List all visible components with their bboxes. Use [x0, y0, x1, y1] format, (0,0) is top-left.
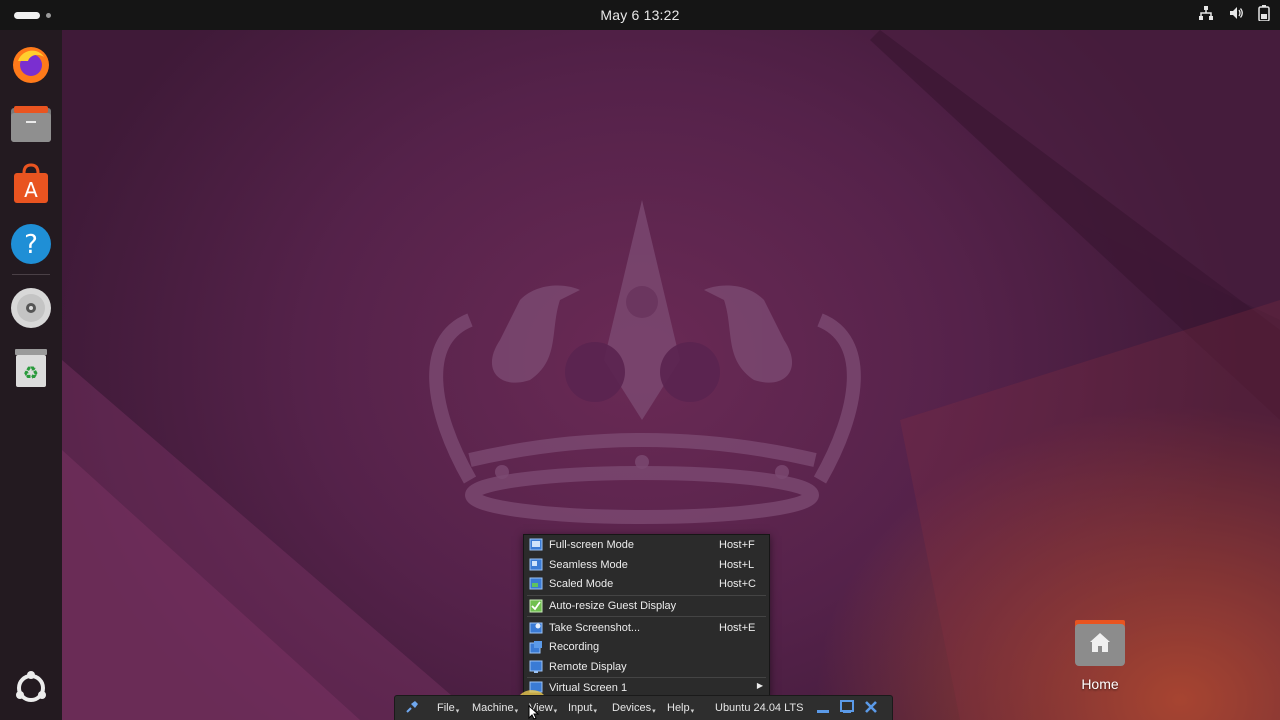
trash-icon[interactable]: ♻ [9, 346, 53, 390]
menu-file[interactable]: File▾ [437, 702, 459, 715]
auto-resize-checkbox-icon [529, 599, 543, 613]
menu-separator [527, 677, 766, 678]
minimize-button[interactable] [816, 701, 830, 718]
vbox-mini-toolbar: File▾ Machine▾ View▾ Input▾ Devices▾ Hel… [394, 695, 893, 720]
home-label: Home [1081, 676, 1119, 692]
close-icon [865, 701, 877, 713]
show-apps-icon[interactable] [9, 666, 53, 710]
minimize-icon [817, 710, 829, 713]
top-bar: May 6 13:22 [0, 0, 1280, 30]
pin-icon[interactable] [405, 700, 419, 717]
menu-input[interactable]: Input▾ [568, 702, 597, 715]
help-icon[interactable]: ? [9, 222, 53, 266]
home-folder-desktop-icon[interactable]: Home [1070, 618, 1130, 698]
menu-separator [527, 616, 766, 617]
seamless-icon [529, 558, 543, 571]
menu-separator [527, 595, 766, 596]
network-icon[interactable] [1198, 5, 1214, 26]
vm-name: Ubuntu 24.04 LTS [715, 702, 804, 714]
view-menu: Full-screen Mode Host+F Seamless Mode Ho… [523, 534, 770, 697]
dock: A ? ♻ [0, 30, 62, 720]
files-icon[interactable] [9, 102, 53, 146]
firefox-icon[interactable] [9, 42, 53, 86]
mouse-pointer-icon [528, 705, 540, 720]
dock-separator [12, 274, 50, 275]
close-button[interactable] [864, 700, 878, 717]
home-folder-icon [1075, 620, 1125, 666]
menu-item-fullscreen-mode[interactable]: Full-screen Mode Host+F [524, 536, 769, 555]
svg-text:♻: ♻ [23, 363, 39, 384]
menu-machine[interactable]: Machine▾ [472, 702, 518, 715]
battery-icon[interactable] [1258, 4, 1270, 26]
screenshot-icon [529, 622, 543, 634]
recording-icon [529, 641, 542, 654]
optical-disc-icon[interactable] [9, 286, 53, 330]
volume-icon[interactable] [1228, 5, 1244, 26]
restore-icon [840, 700, 854, 713]
menu-devices[interactable]: Devices▾ [612, 702, 656, 715]
svg-text:A: A [24, 178, 38, 202]
menu-item-remote-display[interactable]: Remote Display [524, 658, 769, 677]
menu-item-seamless-mode[interactable]: Seamless Mode Host+L [524, 556, 769, 575]
scaled-icon [529, 577, 543, 590]
menu-item-recording[interactable]: Recording [524, 638, 769, 657]
clock[interactable]: May 6 13:22 [0, 7, 1280, 23]
submenu-arrow-icon: ▶ [756, 681, 763, 690]
menu-item-auto-resize[interactable]: Auto-resize Guest Display [524, 597, 769, 616]
menu-help[interactable]: Help▾ [667, 702, 694, 715]
app-center-icon[interactable]: A [9, 162, 53, 206]
restore-button[interactable] [840, 700, 854, 717]
svg-text:?: ? [24, 230, 38, 260]
menu-item-take-screenshot[interactable]: Take Screenshot... Host+E [524, 619, 769, 638]
menu-item-scaled-mode[interactable]: Scaled Mode Host+C [524, 575, 769, 594]
system-tray[interactable] [1198, 4, 1270, 26]
remote-display-icon [529, 660, 543, 673]
fullscreen-icon [529, 538, 543, 551]
